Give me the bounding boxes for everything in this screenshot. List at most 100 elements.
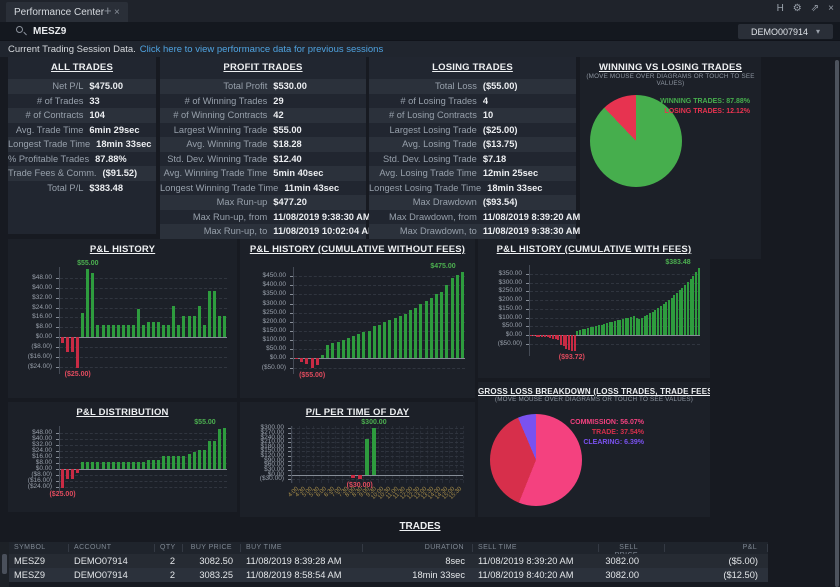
previous-sessions-link[interactable]: Click here to view performance data for … (140, 44, 383, 55)
ticklab: $0.00 (478, 331, 522, 339)
bar (167, 325, 170, 337)
table-row[interactable]: MESZ9DEMO0791423083.2511/08/2019 8:58:54… (9, 568, 768, 582)
column-header[interactable]: SELL TIME (473, 544, 599, 552)
column-header[interactable]: DURATION (363, 544, 473, 552)
bar (102, 462, 105, 470)
stat-value: ($25.00) (483, 125, 576, 135)
stat-row: Total P/L$383.48 (8, 181, 156, 196)
stat-row: % Profitable Trades87.88% (8, 152, 156, 167)
grid (294, 285, 465, 286)
bar (638, 319, 640, 335)
bar (172, 306, 175, 337)
bar (112, 325, 115, 337)
bar (112, 462, 115, 470)
bar (96, 325, 99, 337)
pnl-history-chart[interactable]: $48.00$40.00$32.00$24.00$16.00$8.00$0.00… (8, 239, 237, 398)
stat-row: Largest Losing Trade($25.00) (369, 123, 576, 138)
bar (533, 335, 535, 336)
grid (60, 367, 227, 368)
vlabel: $300.00 (344, 419, 404, 426)
bar (652, 312, 654, 335)
table-cell: 11/08/2019 8:40:20 AM (473, 570, 599, 580)
notice-text: Current Trading Session Data. (8, 44, 136, 55)
bar (614, 321, 616, 335)
stat-value: 11/08/2019 9:38:30 AM (483, 226, 580, 236)
bar (663, 304, 665, 335)
new-tab-button[interactable]: + (104, 3, 112, 18)
ticklab: $50.00 (478, 322, 522, 330)
bar (576, 331, 578, 335)
pl-per-time-of-day-chart[interactable]: $300.00$270.00$240.00$210.00$180.00$150.… (240, 402, 475, 517)
ticklab: $450.00 (240, 272, 286, 280)
h-icon[interactable]: H (777, 3, 784, 14)
table-row[interactable]: MESZ9DEMO0791423082.5011/08/2019 8:39:28… (9, 554, 768, 568)
vlabel: $383.48 (648, 259, 708, 266)
bar (203, 450, 206, 469)
pnl-cum-without-fees-chart[interactable]: $450.00$400.00$350.00$300.00$250.00$200.… (240, 239, 475, 398)
grid (60, 347, 227, 348)
bar (582, 329, 584, 335)
bar (305, 358, 308, 363)
bar (213, 291, 216, 337)
bar (692, 276, 694, 336)
stat-label: # of Winning Contracts (160, 110, 273, 120)
column-header[interactable]: BUY PRICE (183, 544, 241, 552)
grid (530, 274, 700, 275)
bar (560, 335, 562, 345)
search-input[interactable]: MESZ9 (33, 26, 66, 37)
stat-row: Std. Dev. Winning Trade$12.40 (160, 152, 366, 167)
bar (611, 322, 613, 335)
gross-loss-pie[interactable] (490, 414, 582, 506)
grid (294, 358, 465, 359)
vertical-scrollbar[interactable] (835, 60, 839, 587)
bar (198, 306, 201, 337)
table-scrollbar-thumb[interactable] (2, 554, 7, 574)
pnl-cum-with-fees-chart[interactable]: $350.00$300.00$250.00$200.00$150.00$100.… (478, 239, 710, 378)
table-cell: MESZ9 (9, 556, 69, 566)
stat-row: # of Winning Trades29 (160, 94, 366, 109)
column-header[interactable]: SELL PRICE (599, 544, 665, 552)
bar (684, 285, 686, 335)
stat-label: Trade Fees & Comm. (8, 168, 103, 178)
pnl-distribution-chart[interactable]: $48.00$40.00$32.00$24.00$16.00$8.00$0.00… (8, 402, 237, 512)
stat-value: $383.48 (89, 183, 156, 193)
column-header[interactable]: SYMBOL (9, 544, 69, 552)
yaxis (291, 426, 292, 483)
grid (60, 481, 227, 482)
table-cell: 3082.00 (599, 570, 665, 580)
bar (127, 325, 130, 337)
bar (81, 462, 84, 470)
bar (671, 298, 673, 335)
grid (292, 470, 463, 471)
column-header[interactable]: BUY TIME (241, 544, 363, 552)
stat-value: ($93.54) (483, 197, 576, 207)
bar (372, 428, 376, 474)
bar (157, 322, 160, 337)
bar (66, 469, 69, 478)
tab-close-icon[interactable]: × (114, 7, 120, 18)
stat-label: Longest Trade Time (8, 139, 96, 149)
bar (352, 336, 355, 358)
grid (294, 276, 465, 277)
gear-icon[interactable]: ⚙ (793, 3, 802, 14)
close-icon[interactable]: × (828, 3, 834, 14)
column-header[interactable]: QTY (155, 544, 183, 552)
stat-value: $18.28 (273, 139, 366, 149)
stat-value: 10 (483, 110, 576, 120)
stat-label: Largest Losing Trade (369, 125, 483, 135)
grid (292, 475, 463, 476)
table-cell: 11/08/2019 8:39:28 AM (241, 556, 363, 566)
stat-label: # of Losing Trades (369, 96, 483, 106)
column-header[interactable]: P&L (665, 544, 768, 552)
bar (419, 304, 422, 358)
bar (208, 291, 211, 337)
stat-row: Max Drawdown, from11/08/2019 8:39:20 AM (369, 210, 576, 225)
ticklab: $16.00 (8, 313, 52, 321)
popout-icon[interactable]: ⇗ (811, 3, 819, 14)
stat-value: 4 (483, 96, 576, 106)
bar (695, 272, 697, 335)
bar (223, 316, 226, 338)
bar (579, 330, 581, 335)
column-header[interactable]: ACCOUNT (69, 544, 155, 552)
account-selector[interactable]: DEMO007914 ▾ (738, 24, 833, 39)
